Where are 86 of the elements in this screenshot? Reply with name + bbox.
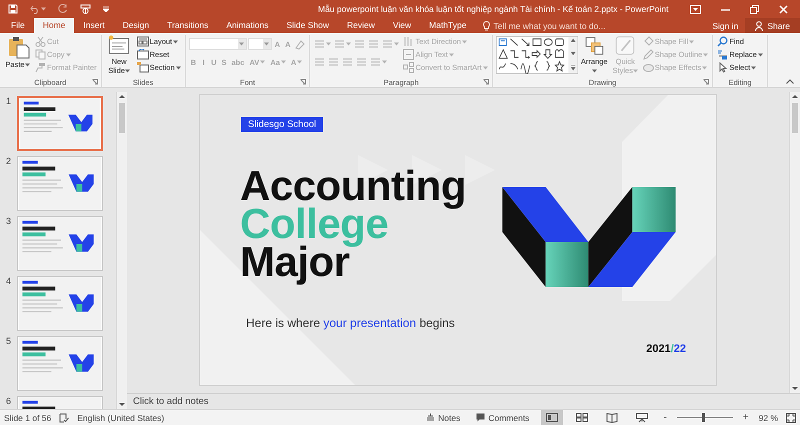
- zoom-slider-thumb[interactable]: [702, 413, 705, 422]
- lines-icon: [314, 56, 326, 68]
- redo-icon[interactable]: [58, 4, 68, 14]
- text-direction-icon: [403, 36, 414, 47]
- search-icon: [717, 36, 728, 47]
- paintbrush-icon: [35, 62, 46, 73]
- scroll-down-icon[interactable]: [118, 400, 126, 409]
- slide-subtitle: Here is where your presentation begins: [246, 316, 455, 330]
- slide-number: 5: [6, 336, 12, 346]
- close-icon[interactable]: [779, 4, 788, 14]
- customize-icon[interactable]: [103, 6, 109, 12]
- scroll-down-icon[interactable]: [791, 384, 799, 393]
- slide-year: 2021/22: [646, 343, 686, 355]
- ribbon-tab[interactable]: Insert: [74, 18, 114, 33]
- view-button[interactable]: [541, 410, 564, 425]
- lines-icon: [334, 38, 346, 50]
- ribbon-tab[interactable]: Home: [34, 18, 74, 33]
- ribbon-tab[interactable]: View: [384, 18, 420, 33]
- ribbon-tab[interactable]: MathType: [420, 18, 476, 33]
- comment-icon: [476, 413, 486, 422]
- restore-icon[interactable]: [750, 4, 759, 14]
- pen-icon: [642, 49, 654, 60]
- window-title: Mẫu powerpoint luận văn khóa luận tốt nghiệp ngành Tài chính - Kế toán 2.pptx - PowerPoint: [318, 4, 670, 14]
- align-text-icon: [403, 49, 414, 60]
- ribbon-tab[interactable]: Transitions: [158, 18, 218, 33]
- dialog-launcher-icon[interactable]: [482, 79, 489, 85]
- zoom-level: 92 %: [758, 412, 778, 422]
- language-label: English (United States): [77, 412, 164, 422]
- clear-formatting-icon: [294, 38, 306, 50]
- notes-icon: [426, 413, 436, 422]
- ribbon-tab[interactable]: File: [2, 18, 34, 33]
- comments-button[interactable]: Comments: [472, 410, 534, 425]
- ribbon-display-icon[interactable]: [690, 4, 701, 14]
- spelling-icon[interactable]: [59, 412, 70, 422]
- replace-icon: [717, 49, 728, 60]
- lines-icon: [354, 38, 366, 50]
- dialog-launcher-icon[interactable]: [300, 79, 306, 85]
- shapes-gallery[interactable]: [496, 36, 578, 74]
- ribbon-tab[interactable]: Slide Show: [277, 18, 338, 33]
- reset-icon: [136, 49, 149, 60]
- notes-button[interactable]: Notes: [422, 410, 464, 425]
- section-icon: [136, 62, 149, 73]
- slide-number: 6: [6, 396, 12, 406]
- scrollbar-thumb[interactable]: [119, 103, 125, 133]
- lines-icon: [328, 56, 340, 68]
- zoom-in-button[interactable]: +: [740, 412, 751, 423]
- ribbon-tab[interactable]: Design: [114, 18, 158, 33]
- undo-icon[interactable]: [30, 4, 40, 14]
- copy-icon: [35, 49, 46, 60]
- ribbon-tab[interactable]: Animations: [217, 18, 278, 33]
- scrollbar-thumb[interactable]: [792, 103, 798, 133]
- layout-icon: [136, 36, 149, 47]
- reading-view-icon: [606, 412, 618, 422]
- slide-sorter-icon: [576, 412, 588, 422]
- lines-icon: [342, 56, 354, 68]
- slide-badge: Slidesgo School: [241, 117, 324, 132]
- slide-number: 1: [6, 96, 12, 106]
- slide-counter: Slide 1 of 56: [4, 412, 52, 422]
- lines-icon: [370, 56, 382, 68]
- scrollbar[interactable]: [116, 92, 127, 409]
- scissors-icon: [35, 36, 46, 47]
- dialog-launcher-icon[interactable]: [92, 79, 98, 85]
- slide-number: 2: [6, 156, 12, 166]
- tell-me-field[interactable]: Tell me what you want to do...: [493, 20, 644, 30]
- lines-icon: [314, 38, 326, 50]
- person-icon: [755, 20, 764, 30]
- lightbulb-icon: [483, 20, 490, 30]
- scrollbar[interactable]: [789, 92, 800, 393]
- cursor-icon: [717, 62, 728, 73]
- dialog-launcher-icon[interactable]: [703, 79, 710, 85]
- lines-icon: [382, 38, 394, 50]
- caret-icon: [41, 7, 46, 11]
- slideshow-icon: [636, 412, 648, 422]
- zoom-out-button[interactable]: -: [661, 412, 669, 423]
- lines-icon: [356, 56, 368, 68]
- save-icon[interactable]: [8, 4, 18, 14]
- smartart-icon: [403, 62, 414, 73]
- fit-to-window-icon[interactable]: [786, 412, 796, 422]
- scroll-up-icon[interactable]: [791, 92, 799, 101]
- share-button[interactable]: Share: [745, 18, 800, 33]
- lines-icon: [368, 38, 380, 50]
- slide-number: 3: [6, 216, 12, 226]
- normal-view-icon: [546, 412, 558, 422]
- ribbon-tab[interactable]: Review: [338, 18, 384, 33]
- sign-in-link[interactable]: Sign in: [705, 18, 746, 33]
- slide-number: 4: [6, 276, 12, 286]
